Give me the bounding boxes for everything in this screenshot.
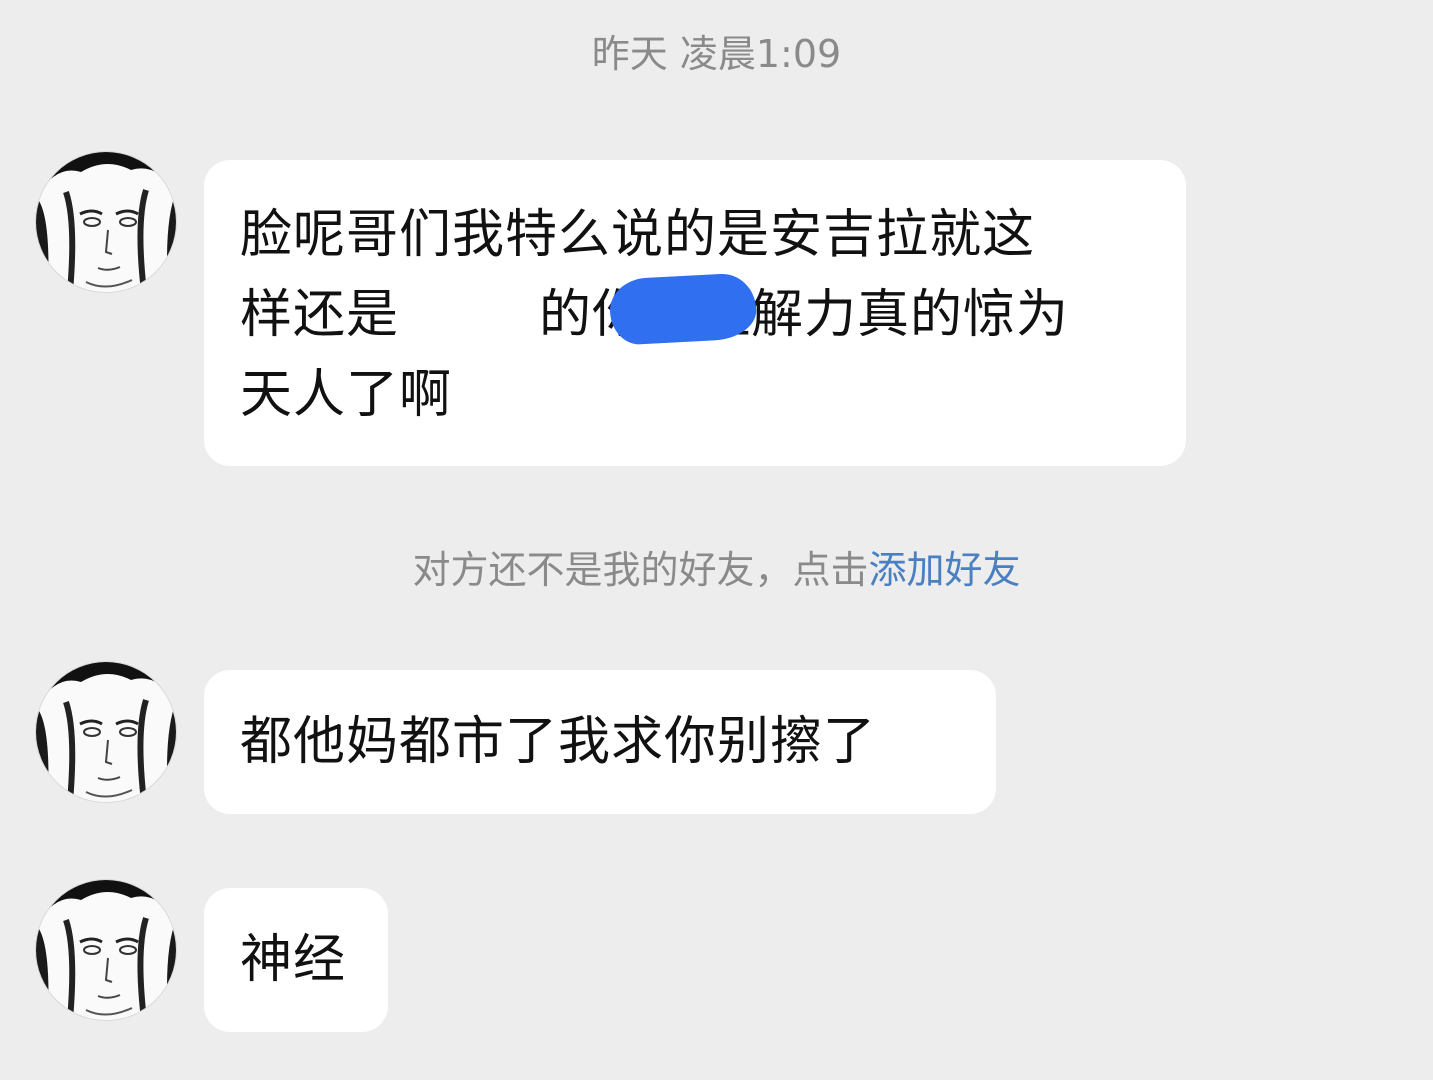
chat-timestamp: 昨天 凌晨1:09 (591, 32, 842, 76)
add-friend-notice: 对方还不是我的好友，点击添加好友 (0, 542, 1433, 598)
avatar-portrait-icon (36, 152, 176, 292)
message-bubble[interactable]: 神经 (204, 888, 388, 1032)
notice-text: 对方还不是我的好友，点击 (412, 548, 869, 592)
sender-avatar[interactable] (36, 152, 176, 292)
avatar-portrait-icon (36, 662, 176, 802)
sender-avatar[interactable] (36, 662, 176, 802)
message-bubble[interactable]: 都他妈都市了我求你别擦了 (204, 670, 996, 814)
message-text-fragment: 样还是 (240, 285, 400, 345)
message-text-line: 都他妈都市了我求你别擦了 (240, 712, 877, 772)
message-bubble[interactable]: 脸呢哥们我特么说的是安吉拉就这 样还是 的你的理解力真的惊为 天人了啊 (204, 160, 1186, 466)
sender-avatar[interactable] (36, 880, 176, 1020)
message-text-line: 神经 (240, 930, 347, 990)
avatar-portrait-icon (36, 880, 176, 1020)
redaction-scribble (608, 272, 758, 346)
add-friend-link[interactable]: 添加好友 (869, 548, 1021, 592)
message-text-line: 脸呢哥们我特么说的是安吉拉就这 (240, 205, 1036, 265)
message-text-line: 天人了啊 (240, 365, 453, 425)
